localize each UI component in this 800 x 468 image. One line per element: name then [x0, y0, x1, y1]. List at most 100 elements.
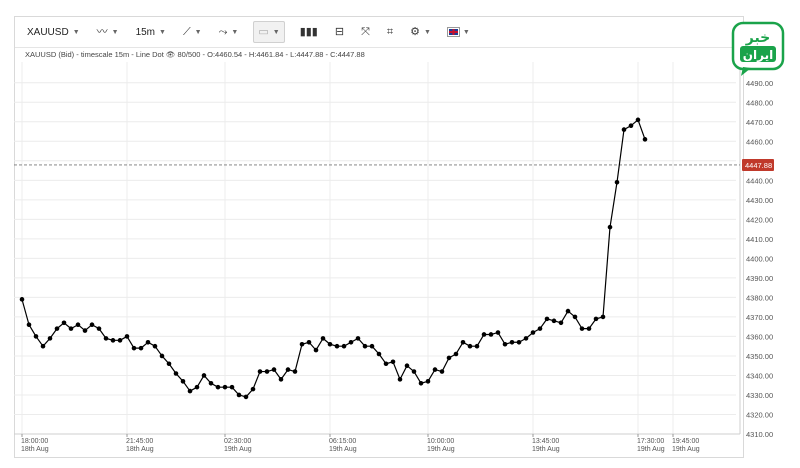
price-point [166, 361, 172, 367]
x-tick-date-label: 18th Aug [21, 446, 49, 453]
price-point [537, 326, 543, 331]
price-point [341, 343, 347, 349]
x-tick-time-label: 06:15:00 [329, 438, 356, 445]
y-tick-label: 4350.00 [746, 352, 773, 361]
price-point [173, 371, 179, 376]
y-tick-label: 4440.00 [746, 176, 773, 185]
price-point [425, 379, 431, 384]
price-point [131, 345, 137, 351]
y-tick-label: 4480.00 [746, 98, 773, 107]
price-point [544, 316, 550, 322]
current-price-badge: 4447.88 [742, 158, 774, 171]
x-tick-time-label: 21:45:00 [126, 438, 153, 445]
price-point [642, 137, 648, 142]
price-point [558, 320, 564, 326]
price-point [292, 369, 298, 374]
time-axis: 18:00:0018th Aug21:45:0018th Aug02:30:00… [21, 434, 700, 453]
price-point [208, 380, 214, 386]
y-tick-label: 4400.00 [746, 254, 773, 263]
price-point [313, 347, 319, 353]
price-point [621, 127, 627, 132]
x-tick-time-label: 17:30:00 [637, 438, 664, 445]
price-point [89, 322, 95, 328]
price-point [614, 179, 620, 185]
price-point [530, 330, 536, 335]
price-point [257, 369, 263, 374]
x-tick-date-label: 19th Aug [637, 446, 665, 453]
y-tick-label: 4490.00 [746, 79, 773, 88]
x-tick-time-label: 10:00:00 [427, 438, 454, 445]
y-tick-label: 4360.00 [746, 332, 773, 341]
y-tick-label: 4430.00 [746, 196, 773, 205]
price-point [110, 338, 116, 343]
x-tick-date-label: 19th Aug [532, 446, 560, 453]
price-point [138, 345, 144, 351]
price-point [68, 326, 74, 331]
price-point [26, 322, 32, 328]
y-tick-label: 4330.00 [746, 391, 773, 400]
price-point [117, 338, 123, 343]
current-price-label: 4447.88 [745, 161, 772, 170]
price-point [481, 332, 487, 337]
price-point [320, 336, 326, 341]
grid-lines [14, 62, 736, 434]
price-point [516, 339, 522, 345]
price-point [635, 117, 641, 123]
price-point [159, 353, 165, 359]
price-point [453, 351, 459, 357]
price-point [215, 384, 221, 390]
price-point [33, 334, 39, 339]
price-point [299, 341, 305, 347]
price-chart[interactable]: 4320.00 4330.00 4340.00 4350.00 4360.00 4370.… [0, 0, 800, 468]
price-point [222, 384, 228, 390]
price-point [264, 369, 270, 374]
x-tick-date-label: 19th Aug [672, 446, 700, 453]
y-tick-label: 4340.00 [746, 371, 773, 380]
price-point [334, 343, 340, 349]
price-point [495, 330, 501, 335]
y-tick-label: 4470.00 [746, 118, 773, 127]
x-tick-date-label: 19th Aug [427, 446, 455, 453]
y-tick-label: 4320.00 [746, 410, 773, 419]
price-point [593, 316, 599, 322]
price-point [306, 339, 312, 345]
price-point [579, 326, 585, 331]
price-point [432, 367, 438, 372]
price-point [47, 336, 53, 341]
y-tick-label: 4460.00 [746, 137, 773, 146]
khabar-iran-logo: خبر ایران [731, 21, 785, 76]
price-point [201, 373, 207, 378]
price-point [145, 339, 151, 345]
x-tick-time-label: 19:45:00 [672, 438, 699, 445]
x-tick-date-label: 19th Aug [224, 446, 252, 453]
price-point [551, 318, 557, 324]
price-point [565, 308, 571, 314]
price-point [243, 394, 249, 400]
price-point [600, 314, 606, 320]
y-tick-label: 4380.00 [746, 293, 773, 302]
price-point [54, 326, 60, 331]
price-point [418, 380, 424, 386]
price-point [404, 363, 410, 369]
price-point [390, 359, 396, 365]
price-point [194, 384, 200, 390]
price-point [523, 336, 529, 341]
x-tick-date-label: 19th Aug [329, 446, 357, 453]
price-point [75, 322, 81, 328]
y-tick-label: 4390.00 [746, 274, 773, 283]
price-point [509, 339, 515, 345]
price-point [467, 343, 473, 349]
price-point [180, 379, 186, 384]
x-tick-date-label: 18th Aug [126, 446, 154, 453]
price-point [285, 367, 291, 372]
price-point [362, 343, 368, 349]
price-point [61, 320, 67, 326]
x-tick-time-label: 02:30:00 [224, 438, 251, 445]
price-point [271, 367, 277, 372]
price-point [96, 326, 102, 331]
price-point [236, 392, 242, 398]
y-tick-label: 4410.00 [746, 235, 773, 244]
price-point [586, 326, 592, 331]
price-point [628, 123, 634, 128]
price-point [474, 343, 480, 349]
